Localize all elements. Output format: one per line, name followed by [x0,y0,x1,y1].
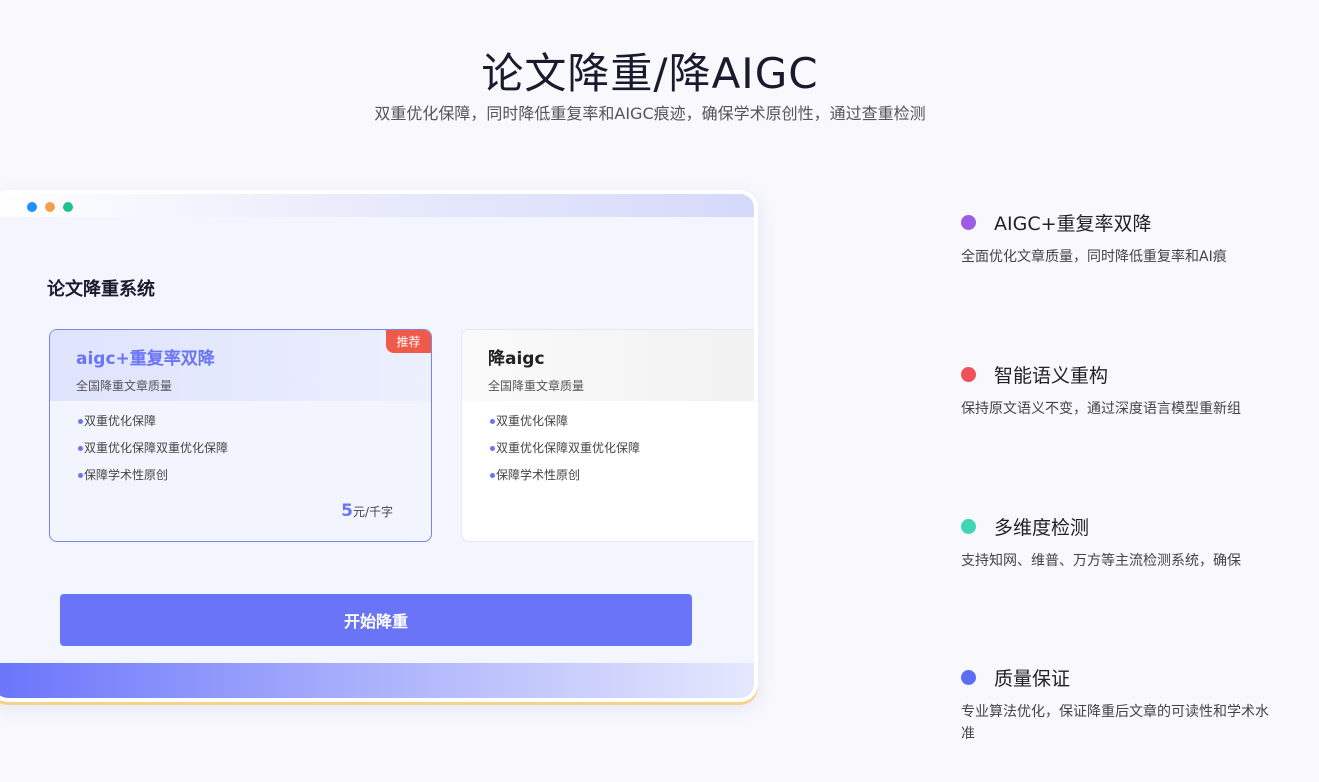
plan-feature-item: 双重优化保障 [78,414,228,441]
plan-card-header: 降aigc 全国降重文章质量 [462,330,754,401]
feature-dual-reduce: AIGC+重复率双降 全面优化文章质量，同时降低重复率和AI痕 [961,208,1281,268]
plan-card-header: aigc+重复率双降 全国降重文章质量 [50,330,431,401]
plan-feature-list: 双重优化保障 双重优化保障双重优化保障 保障学术性原创 [78,414,228,495]
plan-feature-item: 双重优化保障双重优化保障 [490,441,640,468]
feature-title: 质量保证 [994,667,1071,690]
plan-feature-item: 双重优化保障双重优化保障 [78,441,228,468]
feature-dot-icon [961,214,976,230]
plan-price: 5元/千字 [341,501,393,521]
system-title: 论文降重系统 [47,279,155,300]
window-title-bar [0,194,754,217]
feature-title: 智能语义重构 [994,364,1109,387]
bullet-dot-icon [490,446,495,451]
window-dot-blue-icon [27,202,37,212]
feature-dot-icon [961,669,976,685]
feature-desc: 全面优化文章质量，同时降低重复率和AI痕 [961,249,1227,265]
plan-card-desc: 全国降重文章质量 [488,379,585,393]
feature-title: 多维度检测 [994,516,1090,539]
feature-dot-icon [961,518,976,534]
feature-dot-icon [961,366,976,382]
window-body: 论文降重系统 aigc+重复率双降 全国降重文章质量 推荐 双重优化保障 双重优… [0,217,754,663]
plan-card-dual-reduce[interactable]: aigc+重复率双降 全国降重文章质量 推荐 双重优化保障 双重优化保障双重优化… [49,329,432,542]
start-reduce-button[interactable]: 开始降重 [60,594,692,646]
bullet-dot-icon [490,473,495,478]
plan-feature-item: 双重优化保障 [490,414,640,441]
feature-quality-guarantee: 质量保证 专业算法优化，保证降重后文章的可读性和学术水准 [961,663,1281,745]
window-footer-gradient [0,663,754,698]
feature-desc: 专业算法优化，保证降重后文章的可读性和学术水准 [961,704,1269,742]
bullet-dot-icon [78,446,83,451]
plan-card-name: aigc+重复率双降 [76,349,215,369]
feature-semantic-rebuild: 智能语义重构 保持原文语义不变，通过深度语言模型重新组 [961,360,1281,420]
feature-title: AIGC+重复率双降 [994,212,1152,235]
window-dot-green-icon [63,202,73,212]
feature-desc: 支持知网、维普、万方等主流检测系统，确保 [961,553,1241,569]
feature-desc: 保持原文语义不变，通过深度语言模型重新组 [961,401,1241,417]
feature-multi-detect: 多维度检测 支持知网、维普、万方等主流检测系统，确保 [961,512,1281,572]
bullet-dot-icon [490,419,495,424]
price-unit: 元/千字 [352,505,393,519]
bullet-dot-icon [78,473,83,478]
price-value: 5 [341,501,353,521]
recommend-badge: 推荐 [386,330,431,353]
plan-feature-list: 双重优化保障 双重优化保障双重优化保障 保障学术性原创 [490,414,640,495]
plan-card-name: 降aigc [488,349,545,369]
window-dot-orange-icon [45,202,55,212]
bullet-dot-icon [78,419,83,424]
plan-card-desc: 全国降重文章质量 [76,379,173,393]
app-window-mockup: 论文降重系统 aigc+重复率双降 全国降重文章质量 推荐 双重优化保障 双重优… [0,190,758,702]
plan-feature-item: 保障学术性原创 [490,468,640,495]
page-title: 论文降重/降AIGC [481,49,819,98]
page-subtitle: 双重优化保障，同时降低重复率和AIGC痕迹，确保学术原创性，通过查重检测 [374,104,926,123]
plan-card-reduce-aigc[interactable]: 降aigc 全国降重文章质量 双重优化保障 双重优化保障双重优化保障 保障学术性… [461,329,754,542]
plan-feature-item: 保障学术性原创 [78,468,228,495]
